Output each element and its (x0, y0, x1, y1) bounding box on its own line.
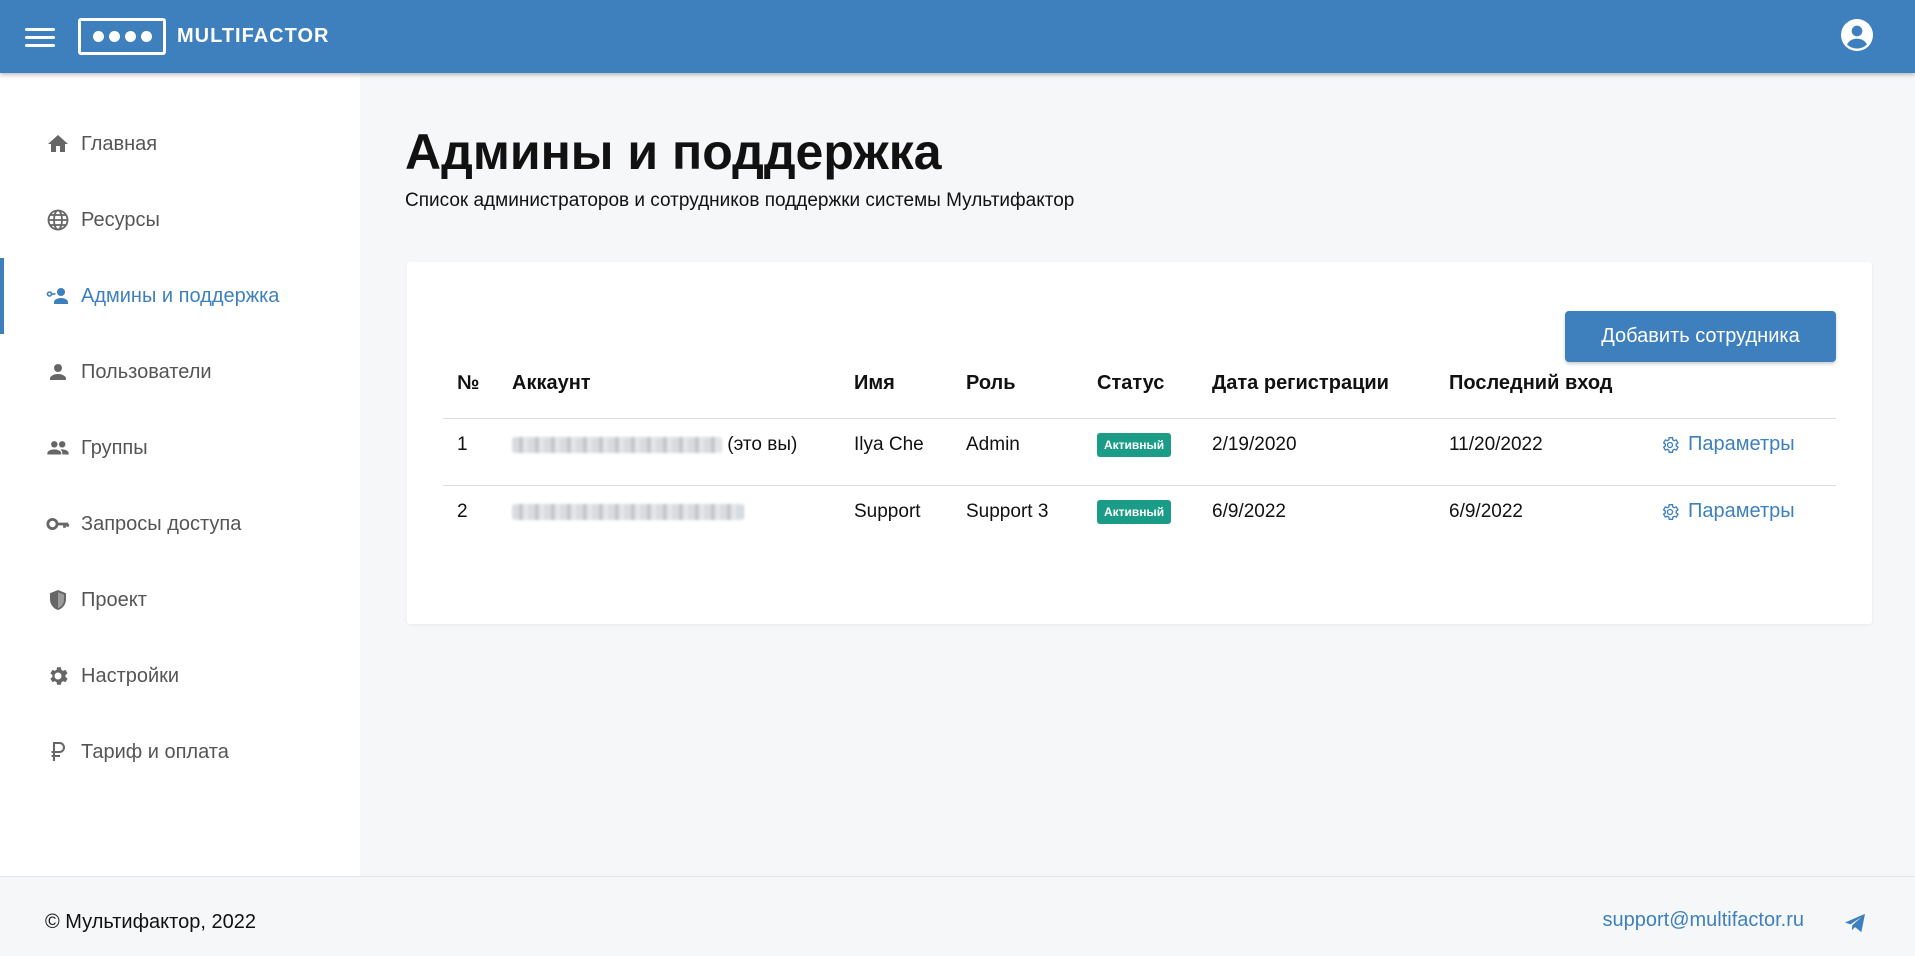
page-title: Админы и поддержка (405, 124, 942, 180)
row-2-role: Support 3 (966, 501, 1049, 522)
logo-mark (78, 17, 166, 55)
sidebar-item-users[interactable]: Пользователи (0, 334, 360, 410)
row-2-last-login: 6/9/2022 (1449, 501, 1523, 522)
column-header-role: Роль (966, 372, 1016, 394)
footer: © Мультифактор, 2022 support@multifactor… (0, 876, 1915, 956)
redacted-email (512, 503, 744, 520)
sidebar-item-resources[interactable]: Ресурсы (0, 182, 360, 258)
sidebar-item-label: Запросы доступа (81, 512, 242, 535)
redacted-email (512, 436, 722, 453)
table-header-divider (443, 418, 1836, 419)
gear-icon (46, 664, 70, 688)
row-1-number: 1 (457, 434, 468, 455)
row-1-name: Ilya Che (854, 434, 924, 455)
column-header-registered: Дата регистрации (1212, 372, 1389, 394)
shield-icon (46, 588, 70, 612)
column-header-account: Аккаунт (512, 372, 591, 394)
table-row-divider (443, 485, 1836, 486)
sidebar-item-settings[interactable]: Настройки (0, 638, 360, 714)
row-1-role: Admin (966, 434, 1020, 455)
home-icon (46, 132, 70, 156)
support-email-link[interactable]: support@multifactor.ru (1603, 909, 1805, 932)
add-employee-button[interactable]: Добавить сотрудника (1565, 311, 1836, 362)
logo[interactable]: MULTIFACTOR (78, 17, 329, 55)
sidebar-item-label: Группы (81, 436, 148, 459)
row-1-account: (это вы) (512, 434, 797, 456)
staff-table-card: Добавить сотрудника № Аккаунт Имя Роль С… (407, 262, 1872, 624)
sidebar-item-access-requests[interactable]: Запросы доступа (0, 486, 360, 562)
row-1-account-suffix: (это вы) (727, 434, 798, 455)
menu-icon[interactable] (25, 26, 55, 48)
sidebar-item-label: Проект (81, 588, 147, 611)
globe-icon (46, 208, 70, 232)
telegram-icon[interactable] (1844, 913, 1866, 933)
row-1-registered: 2/19/2020 (1212, 434, 1297, 455)
people-icon (46, 436, 70, 460)
sidebar-item-project[interactable]: Проект (0, 562, 360, 638)
sidebar-item-billing[interactable]: Тариф и оплата (0, 714, 360, 790)
sidebar-item-admins[interactable]: Админы и поддержка (0, 258, 360, 334)
main-content: Админы и поддержка Список администраторо… (360, 73, 1915, 876)
column-header-last-login: Последний вход (1449, 372, 1613, 394)
row-1-params-link[interactable]: Параметры (1660, 433, 1795, 456)
column-header-number: № (457, 372, 480, 394)
column-header-name: Имя (854, 372, 895, 394)
gear-icon (1662, 436, 1679, 453)
sidebar-item-home[interactable]: Главная (0, 106, 360, 182)
top-bar: MULTIFACTOR (0, 0, 1915, 73)
row-2-number: 2 (457, 501, 468, 522)
admin-user-icon (46, 284, 70, 308)
gear-icon (1662, 503, 1679, 520)
sidebar-item-label: Настройки (81, 664, 180, 687)
copyright: © Мультифактор, 2022 (45, 911, 256, 933)
params-label: Параметры (1688, 500, 1795, 522)
params-label: Параметры (1688, 433, 1795, 455)
page-subtitle: Список администраторов и сотрудников под… (405, 190, 1075, 211)
row-2-name: Support (854, 501, 921, 522)
ruble-icon (46, 740, 70, 764)
row-2-account (512, 501, 744, 523)
row-1-status-badge: Активный (1097, 433, 1172, 457)
sidebar-item-label: Админы и поддержка (81, 284, 280, 307)
column-header-status: Статус (1097, 372, 1165, 394)
person-icon (46, 360, 70, 384)
logo-text: MULTIFACTOR (177, 24, 330, 47)
account-icon[interactable] (1841, 19, 1873, 51)
key-icon (46, 512, 70, 536)
row-1-last-login: 11/20/2022 (1449, 434, 1543, 455)
row-2-status-badge: Активный (1097, 500, 1172, 524)
sidebar: Главная Ресурсы Админы и поддержка Польз… (0, 73, 360, 876)
row-2-registered: 6/9/2022 (1212, 501, 1286, 522)
sidebar-item-label: Ресурсы (81, 208, 160, 231)
sidebar-item-label: Главная (81, 132, 158, 155)
sidebar-item-groups[interactable]: Группы (0, 410, 360, 486)
sidebar-item-label: Пользователи (81, 360, 212, 383)
sidebar-item-label: Тариф и оплата (81, 740, 229, 763)
row-2-params-link[interactable]: Параметры (1660, 500, 1795, 523)
